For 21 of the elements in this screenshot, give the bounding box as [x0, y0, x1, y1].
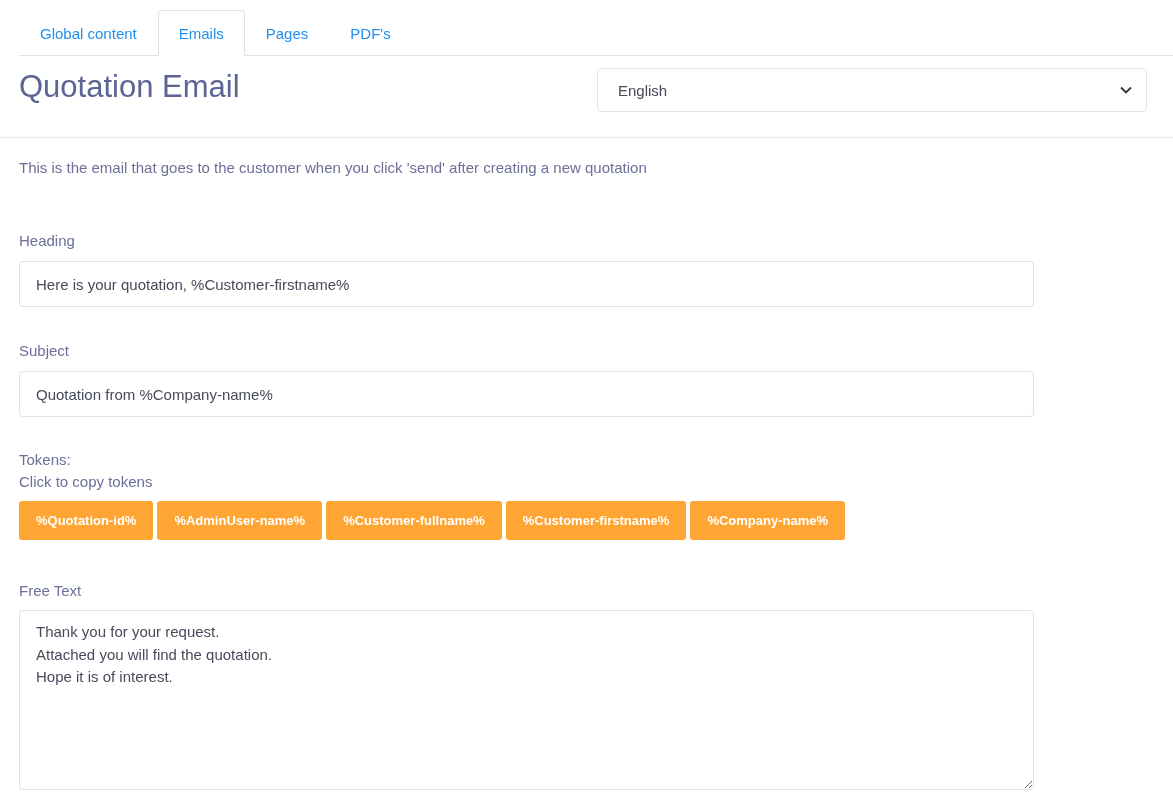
tab[interactable]: Emails [157, 10, 245, 56]
page-title: Quotation Email [19, 68, 240, 106]
tokens-label: Tokens: [19, 450, 72, 470]
token-button[interactable]: %Customer-fullname% [326, 501, 502, 540]
field-label: Free Text [19, 581, 83, 601]
chevron-down-icon [1120, 86, 1132, 94]
description-text: This is the email that goes to the customer when you click 'send' after creating a new quotation [19, 158, 648, 178]
tab[interactable]: PDF's [329, 10, 412, 56]
input-field[interactable]: Here is your quotation, %Customer-firstname% [19, 261, 1034, 307]
token-button[interactable]: %Customer-firstname% [505, 501, 687, 540]
field-label: Subject [19, 341, 71, 361]
token-button[interactable]: %AdminUser-name% [157, 501, 323, 540]
token-button[interactable]: %Quotation-id% [19, 501, 154, 540]
field-label: Heading [19, 231, 76, 251]
language-select[interactable]: English [597, 68, 1147, 112]
tokens-hint: Click to copy tokens [19, 472, 154, 492]
text-area[interactable]: Thank you for your request. Attached you will find the quotation. Hope it is of interest. [19, 610, 1034, 790]
input-field[interactable]: Quotation from %Company-name% [19, 371, 1034, 417]
tab[interactable]: Pages [244, 10, 330, 56]
tab[interactable]: Global content [19, 10, 158, 56]
token-button[interactable]: %Company-name% [690, 501, 846, 540]
